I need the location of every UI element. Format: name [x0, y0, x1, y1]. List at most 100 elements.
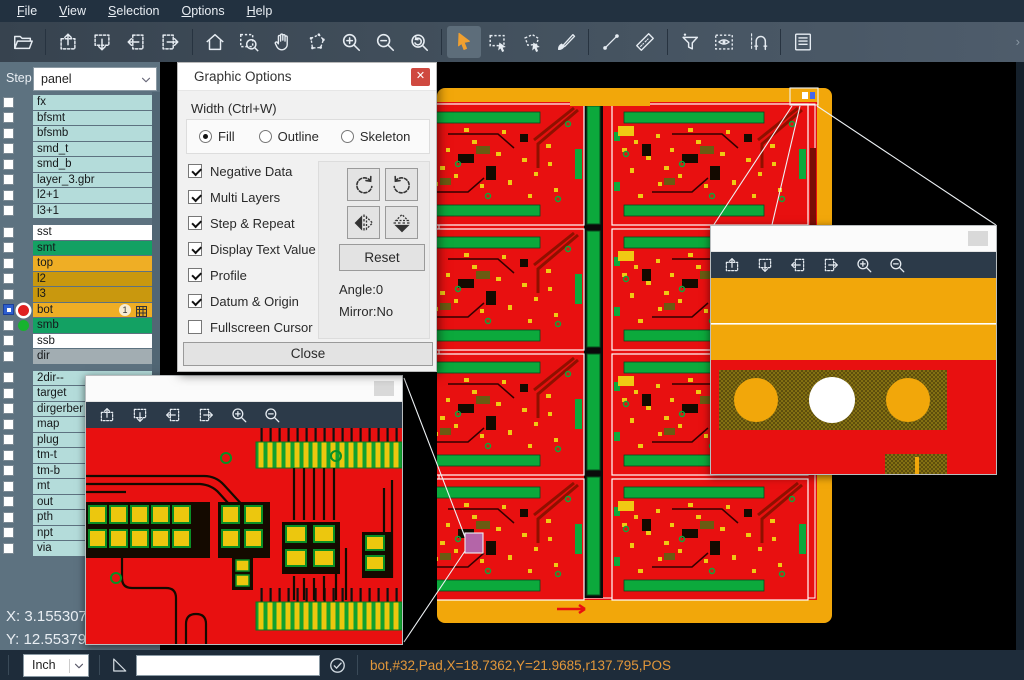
- layer-name-label[interactable]: smd_b: [33, 157, 152, 172]
- layer-row-l3[interactable]: l3: [0, 287, 160, 302]
- layer-row-fx[interactable]: fx: [0, 95, 160, 110]
- layer-row-top[interactable]: top: [0, 256, 160, 271]
- view-move-down-button[interactable]: [129, 404, 151, 426]
- checkbox[interactable]: [188, 164, 202, 178]
- zoom-polygon-button[interactable]: [300, 26, 334, 58]
- view-move-right-button[interactable]: [820, 254, 842, 276]
- layer-visibility-checkbox[interactable]: [3, 465, 14, 476]
- layer-visibility-checkbox[interactable]: [3, 388, 14, 399]
- reset-button[interactable]: Reset: [339, 244, 425, 271]
- layer-row-l3+1[interactable]: l3+1: [0, 204, 160, 219]
- magnifier-title-bar[interactable]: [86, 376, 402, 402]
- checkbox[interactable]: [188, 190, 202, 204]
- measure-ruler-button[interactable]: [628, 26, 662, 58]
- layer-name-label[interactable]: smb: [33, 318, 152, 333]
- layer-visibility-checkbox[interactable]: [3, 403, 14, 414]
- angle-measure-icon[interactable]: [110, 656, 128, 674]
- view-move-up-button[interactable]: [51, 26, 85, 58]
- layer-name-label[interactable]: smt: [33, 241, 152, 256]
- checkbox[interactable]: [188, 216, 202, 230]
- layer-visibility-checkbox[interactable]: [3, 481, 14, 492]
- select-rect-button[interactable]: [481, 26, 515, 58]
- menu-view[interactable]: View: [48, 2, 97, 20]
- layer-visibility-checkbox[interactable]: [3, 527, 14, 538]
- radio-fill[interactable]: Fill: [199, 129, 235, 144]
- layer-name-label[interactable]: fx: [33, 95, 152, 110]
- open-file-button[interactable]: [6, 26, 40, 58]
- zoom-in-button[interactable]: [853, 254, 875, 276]
- select-tool-button[interactable]: [447, 26, 481, 58]
- layer-visibility-checkbox[interactable]: [3, 434, 14, 445]
- view-move-right-button[interactable]: [153, 26, 187, 58]
- layer-visibility-checkbox[interactable]: [3, 320, 14, 331]
- layer-visibility-checkbox[interactable]: [3, 335, 14, 346]
- close-button[interactable]: Close: [183, 342, 433, 366]
- layer-row-l2[interactable]: l2: [0, 272, 160, 287]
- layer-name-label[interactable]: dir: [33, 349, 152, 364]
- home-view-button[interactable]: [198, 26, 232, 58]
- checkbox[interactable]: [188, 268, 202, 282]
- layer-row-l2+1[interactable]: l2+1: [0, 188, 160, 203]
- layer-row-smb[interactable]: smb: [0, 318, 160, 333]
- menu-file[interactable]: File: [6, 2, 48, 20]
- radio-button[interactable]: [259, 130, 272, 143]
- select-polygon-button[interactable]: [515, 26, 549, 58]
- rotate-cw-button[interactable]: [347, 168, 380, 201]
- layer-row-ssb[interactable]: ssb: [0, 334, 160, 349]
- layer-name-label[interactable]: ssb: [33, 334, 152, 349]
- zoom-in-button[interactable]: [228, 404, 250, 426]
- magnifier-content-pad-detail[interactable]: [711, 278, 996, 474]
- radio-outline[interactable]: Outline: [259, 129, 319, 144]
- view-move-down-button[interactable]: [85, 26, 119, 58]
- option-negative-data[interactable]: Negative Data: [188, 161, 338, 181]
- mirror-vertical-button[interactable]: [385, 206, 418, 239]
- layer-name-label[interactable]: l2: [33, 272, 152, 287]
- layer-visibility-checkbox[interactable]: [3, 512, 14, 523]
- view-move-left-button[interactable]: [119, 26, 153, 58]
- radio-button[interactable]: [341, 130, 354, 143]
- layer-name-label[interactable]: layer_3.gbr: [33, 173, 152, 188]
- clean-screen-button[interactable]: [549, 26, 583, 58]
- layer-visibility-checkbox[interactable]: [3, 190, 14, 201]
- radio-skeleton[interactable]: Skeleton: [341, 129, 411, 144]
- layer-visibility-checkbox[interactable]: [3, 419, 14, 430]
- layer-row-smd_t[interactable]: smd_t: [0, 142, 160, 157]
- layer-row-smt[interactable]: smt: [0, 241, 160, 256]
- view-move-left-button[interactable]: [787, 254, 809, 276]
- magnifier-title-bar[interactable]: [711, 226, 996, 252]
- view-move-right-button[interactable]: [195, 404, 217, 426]
- close-icon[interactable]: ✕: [411, 68, 430, 86]
- layer-name-label[interactable]: bot: [33, 303, 152, 318]
- layer-row-bfsmt[interactable]: bfsmt: [0, 111, 160, 126]
- layer-visibility-checkbox[interactable]: [3, 227, 14, 238]
- layer-visibility-checkbox[interactable]: [3, 205, 14, 216]
- layer-visibility-checkbox[interactable]: [3, 372, 14, 383]
- unit-select[interactable]: Inch: [23, 654, 89, 677]
- checkbox[interactable]: [188, 320, 202, 334]
- mirror-horizontal-button[interactable]: [347, 206, 380, 239]
- zoom-in-button[interactable]: [334, 26, 368, 58]
- layer-name-label[interactable]: bfsmt: [33, 111, 152, 126]
- layer-row-sst[interactable]: sst: [0, 225, 160, 240]
- option-display-text-value[interactable]: Display Text Value: [188, 239, 338, 259]
- zoom-out-button[interactable]: [261, 404, 283, 426]
- checkbox[interactable]: [188, 294, 202, 308]
- view-move-up-button[interactable]: [721, 254, 743, 276]
- confirm-command-icon[interactable]: [328, 656, 347, 675]
- view-move-left-button[interactable]: [162, 404, 184, 426]
- layer-name-label[interactable]: top: [33, 256, 152, 271]
- show-selection-button[interactable]: [707, 26, 741, 58]
- magnifier-window-button[interactable]: [374, 381, 394, 396]
- step-select[interactable]: panel: [33, 67, 157, 91]
- layer-row-bot[interactable]: bot1: [0, 303, 160, 318]
- layer-visibility-checkbox[interactable]: [3, 304, 14, 315]
- layers-panel-button[interactable]: [786, 26, 820, 58]
- pan-hand-button[interactable]: [266, 26, 300, 58]
- layer-visibility-checkbox[interactable]: [3, 128, 14, 139]
- zoom-out-button[interactable]: [886, 254, 908, 276]
- layer-visibility-checkbox[interactable]: [3, 543, 14, 554]
- layer-visibility-checkbox[interactable]: [3, 97, 14, 108]
- magnifier-content-pcb-detail[interactable]: [86, 428, 402, 644]
- filter-button[interactable]: [673, 26, 707, 58]
- layer-name-label[interactable]: sst: [33, 225, 152, 240]
